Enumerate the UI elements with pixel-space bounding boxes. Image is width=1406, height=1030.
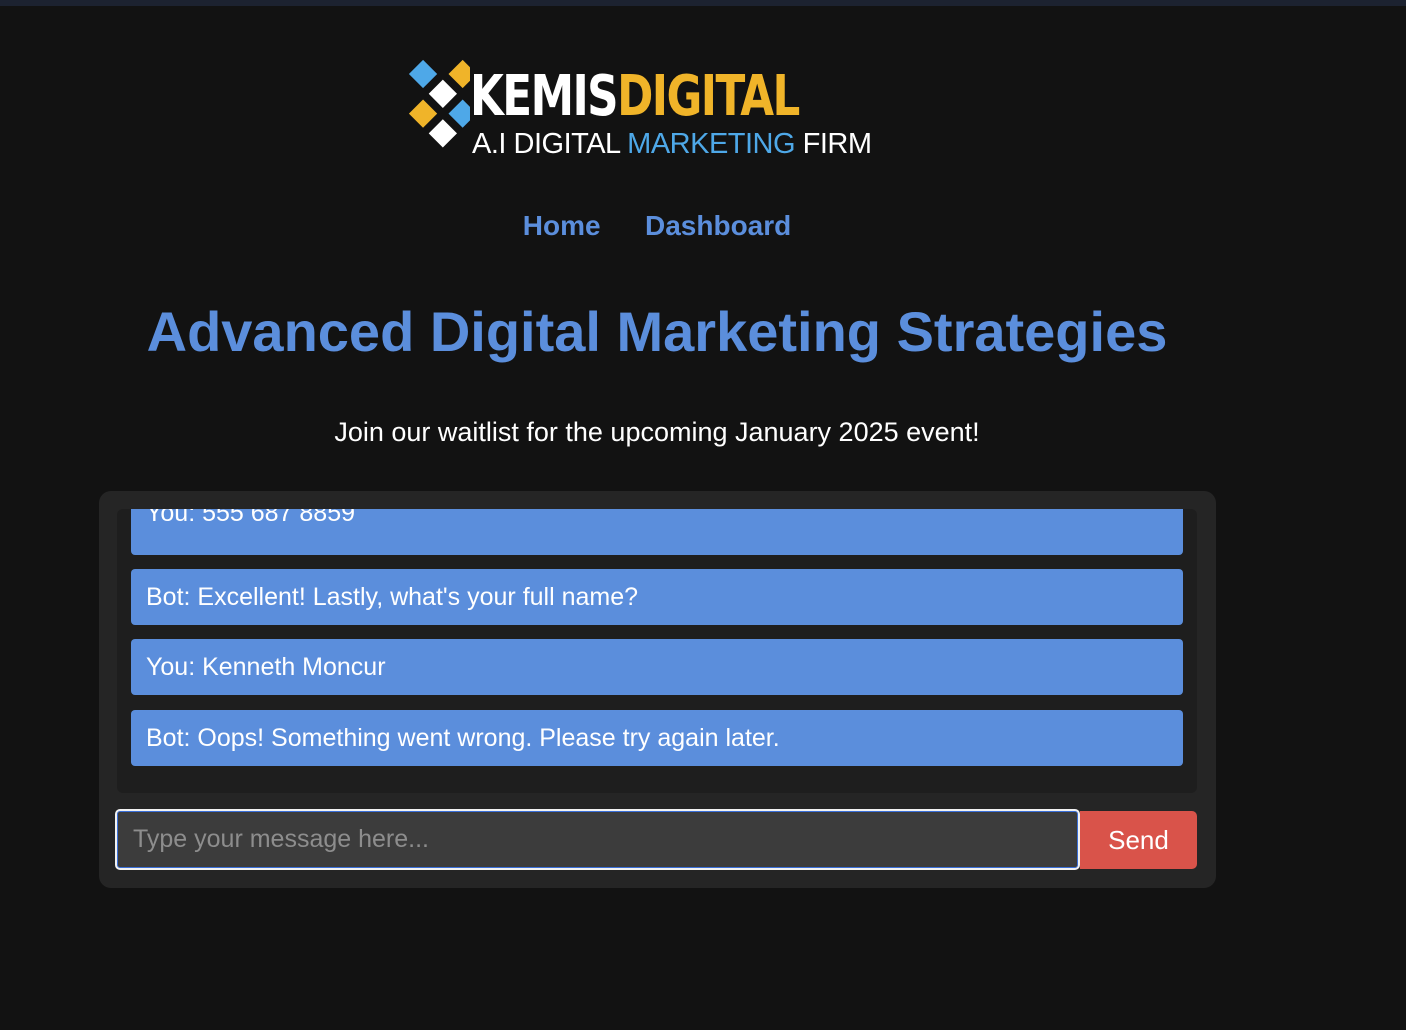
chat-widget: You: 555 687 8859 Bot: Excellent! Lastly… [99, 491, 1216, 888]
chat-message-bot: Bot: Excellent! Lastly, what's your full… [131, 569, 1183, 625]
logo: KEMISDIGITAL A.I DIGITAL MARKETING FIRM [386, 40, 926, 166]
browser-top-strip [0, 0, 1406, 6]
chat-message-user: You: Kenneth Moncur [131, 639, 1183, 695]
logo-diamond-icon [408, 59, 470, 148]
chat-message-bot: Bot: Oops! Something went wrong. Please … [131, 710, 1183, 766]
logo-word-digital: DIGITAL [617, 64, 800, 129]
nav-link-dashboard[interactable]: Dashboard [645, 208, 791, 244]
logo-tagline: A.I DIGITAL MARKETING FIRM [472, 128, 872, 160]
send-button[interactable]: Send [1080, 811, 1197, 869]
chat-message-user: You: 555 687 8859 [131, 509, 1183, 555]
page-title: Advanced Digital Marketing Strategies [146, 300, 1168, 363]
logo-tagline-part3: FIRM [795, 128, 872, 160]
main-nav: Home Dashboard [0, 208, 1314, 244]
chat-message-text: You: 555 687 8859 [146, 509, 356, 527]
logo-word-kemis: KEMIS [470, 64, 619, 129]
chat-log[interactable]: You: 555 687 8859 Bot: Excellent! Lastly… [117, 509, 1197, 793]
logo-wordmark: KEMISDIGITAL [470, 64, 800, 129]
page-subtitle: Join our waitlist for the upcoming Janua… [334, 417, 980, 447]
nav-link-home[interactable]: Home [523, 208, 601, 244]
logo-tagline-part2: MARKETING [627, 128, 796, 160]
logo-tagline-part1: A.I DIGITAL [472, 128, 628, 160]
chat-message-input[interactable] [115, 809, 1080, 870]
